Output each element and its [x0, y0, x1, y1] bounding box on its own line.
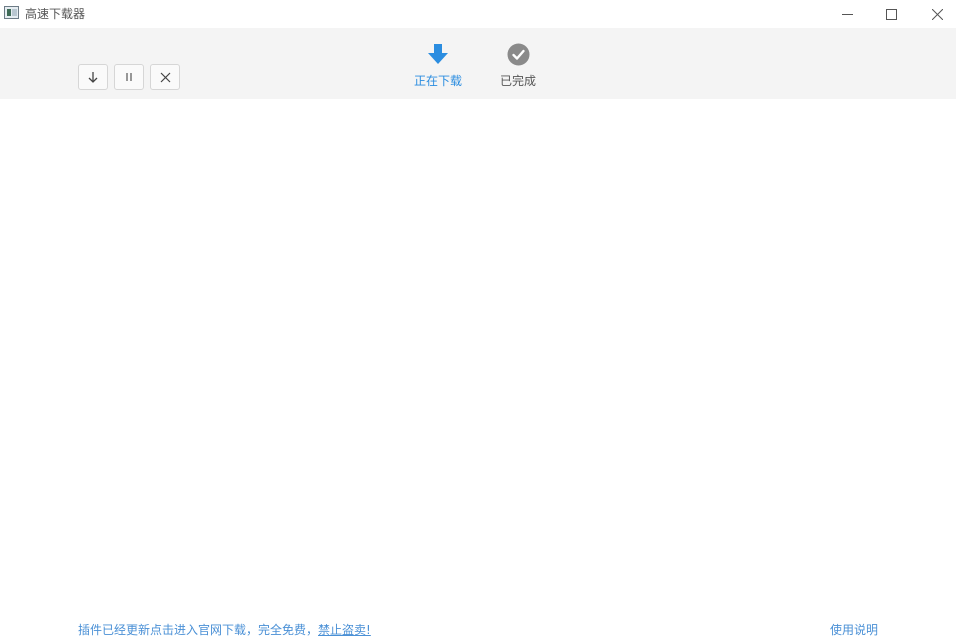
download-list [0, 99, 956, 609]
maximize-button[interactable] [868, 0, 914, 28]
tab-completed[interactable]: 已完成 [492, 42, 544, 90]
app-icon [4, 6, 19, 19]
tab-completed-label: 已完成 [499, 74, 536, 88]
update-notice-text: 插件已经更新点击进入官网下载，完全免费， [78, 623, 319, 636]
toolbar: 正在下载 已完成 [0, 28, 956, 99]
close-icon [160, 72, 170, 82]
window-title: 高速下载器 [25, 7, 86, 21]
download-arrow-icon [428, 44, 448, 64]
minimize-button[interactable] [824, 0, 870, 28]
close-icon [931, 8, 943, 20]
arrow-down-icon [88, 72, 98, 83]
update-notice-link[interactable]: 插件已经更新点击进入官网下载，完全免费，禁止盗卖! [78, 621, 371, 636]
check-circle-icon [507, 43, 529, 65]
start-download-button[interactable] [78, 64, 108, 90]
maximize-icon [885, 8, 897, 20]
tab-downloading-label: 正在下载 [413, 74, 462, 88]
cancel-button[interactable] [150, 64, 180, 90]
anti-resale-notice: 禁止盗卖! [318, 623, 371, 636]
title-bar: 高速下载器 [0, 0, 956, 28]
help-link[interactable]: 使用说明 [830, 621, 878, 636]
minimize-icon [841, 13, 853, 15]
pause-icon [126, 73, 132, 81]
close-window-button[interactable] [914, 0, 956, 28]
pause-button[interactable] [114, 64, 144, 90]
tab-downloading[interactable]: 正在下载 [408, 42, 468, 90]
